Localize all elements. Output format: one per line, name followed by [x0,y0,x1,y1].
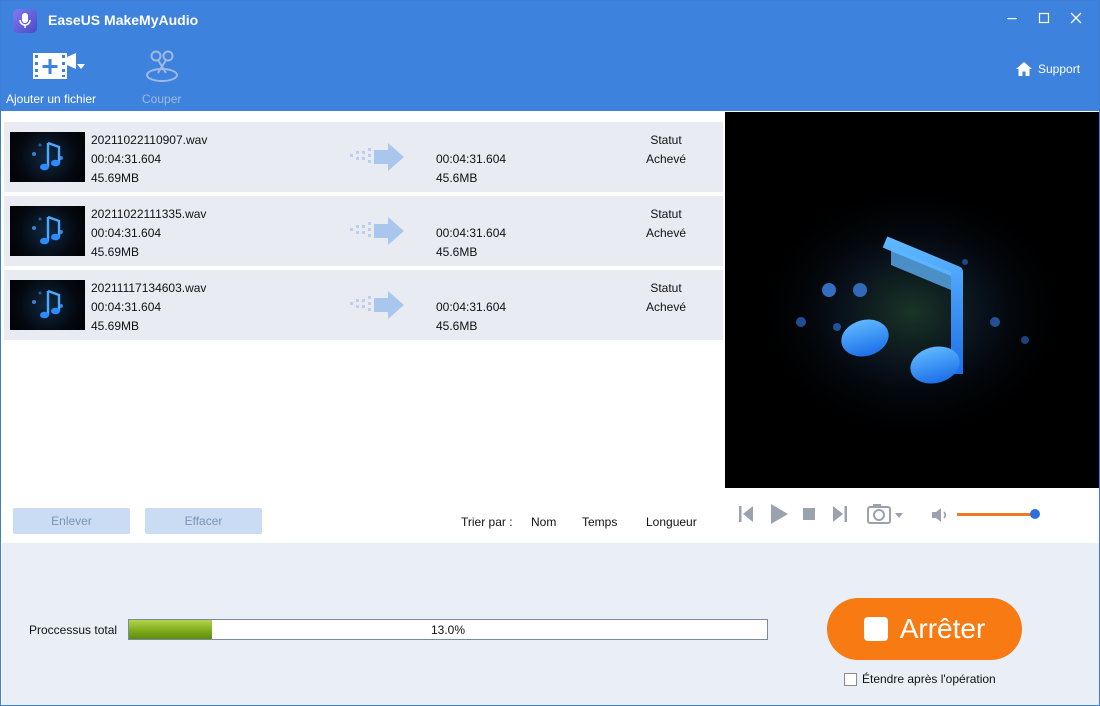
app-window: EaseUS MakeMyAudio Ajouter un fichier Co… [0,0,1100,706]
output-duration: 00:04:31.604 [436,152,507,166]
music-note-icon [725,112,1099,488]
home-icon [1016,62,1032,76]
remove-button[interactable]: Enlever [13,508,130,534]
file-row[interactable]: 20211117134603.wav 00:04:31.604 45.69MB … [4,270,723,340]
clear-button[interactable]: Effacer [145,508,262,534]
music-note-icon [32,215,63,245]
file-size: 45.69MB [91,245,140,259]
status-value: Achevé [645,152,687,166]
previous-icon[interactable] [737,504,755,524]
sort-label: Trier par : [461,515,513,529]
status-value: Achevé [645,226,687,240]
convert-arrow-icon [350,217,404,245]
volume-track[interactable] [957,513,1039,516]
music-note-icon [32,289,63,319]
file-row[interactable]: 20211022111335.wav 00:04:31.604 45.69MB … [4,196,723,266]
dropdown-arrow-icon [77,64,85,69]
minimize-icon [1007,18,1017,20]
scissors-icon [146,50,178,82]
app-logo-icon [13,9,37,33]
audio-thumbnail [10,206,85,256]
status-label: Statut [650,133,682,147]
output-size: 45.6MB [436,319,478,333]
status-label: Statut [650,207,682,221]
minimize-button[interactable] [997,7,1027,29]
add-file-label: Ajouter un fichier [6,92,97,106]
maximize-icon [1038,12,1050,24]
status-value: Achevé [645,300,687,314]
sort-by-name[interactable]: Nom [531,515,556,529]
next-icon[interactable] [831,504,849,524]
app-title: EaseUS MakeMyAudio [48,12,199,28]
progress-text: 13.0% [430,623,466,637]
sort-by-length[interactable]: Longueur [646,515,697,529]
player-controls [725,488,1099,542]
file-name: 20211022110907.wav [91,133,208,147]
extend-option[interactable]: Étendre après l'opération [844,672,996,686]
output-size: 45.6MB [436,245,478,259]
audio-thumbnail [10,280,85,330]
output-duration: 00:04:31.604 [436,300,507,314]
stop-button[interactable]: Arrêter [827,598,1022,660]
output-duration: 00:04:31.604 [436,226,507,240]
volume-knob[interactable] [1029,509,1040,519]
music-note-icon [32,141,63,171]
stop-icon[interactable] [802,507,816,521]
maximize-button[interactable] [1029,7,1059,29]
support-link[interactable]: Support [1015,61,1080,77]
file-duration: 00:04:31.604 [91,300,162,314]
status-label: Statut [650,281,682,295]
file-size: 45.69MB [91,319,140,333]
convert-arrow-icon [350,143,404,171]
camera-icon[interactable] [867,503,907,525]
sort-by-time[interactable]: Temps [582,515,617,529]
convert-arrow-icon [350,291,404,319]
file-row[interactable]: 20211022110907.wav 00:04:31.604 45.69MB … [4,122,723,192]
file-list: 20211022110907.wav 00:04:31.604 45.69MB … [2,111,724,543]
cut-label: Couper [142,92,182,106]
audio-thumbnail [10,132,85,182]
close-icon [1070,12,1082,24]
file-name: 20211022111335.wav [91,207,207,221]
progress-bar: 13.0% [128,619,768,640]
extend-checkbox[interactable] [844,672,857,686]
stop-icon [863,617,888,641]
support-label: Support [1038,62,1081,76]
file-duration: 00:04:31.604 [91,226,162,240]
play-icon[interactable] [768,502,790,526]
stop-label: Arrêter [899,613,986,644]
bottom-panel: Proccessus total 13.0% Arrêter Étendre a… [2,543,1099,705]
progress-label: Proccessus total [29,623,118,637]
speaker-icon[interactable] [930,506,950,524]
preview-panel [725,112,1099,488]
file-name: 20211117134603.wav [91,281,207,295]
close-button[interactable] [1061,7,1091,29]
title-toolbar: EaseUS MakeMyAudio Ajouter un fichier Co… [1,1,1099,111]
add-file-icon [33,53,85,79]
output-size: 45.6MB [436,171,478,185]
file-duration: 00:04:31.604 [91,152,162,166]
file-size: 45.69MB [91,171,140,185]
extend-label: Étendre après l'opération [862,672,996,686]
